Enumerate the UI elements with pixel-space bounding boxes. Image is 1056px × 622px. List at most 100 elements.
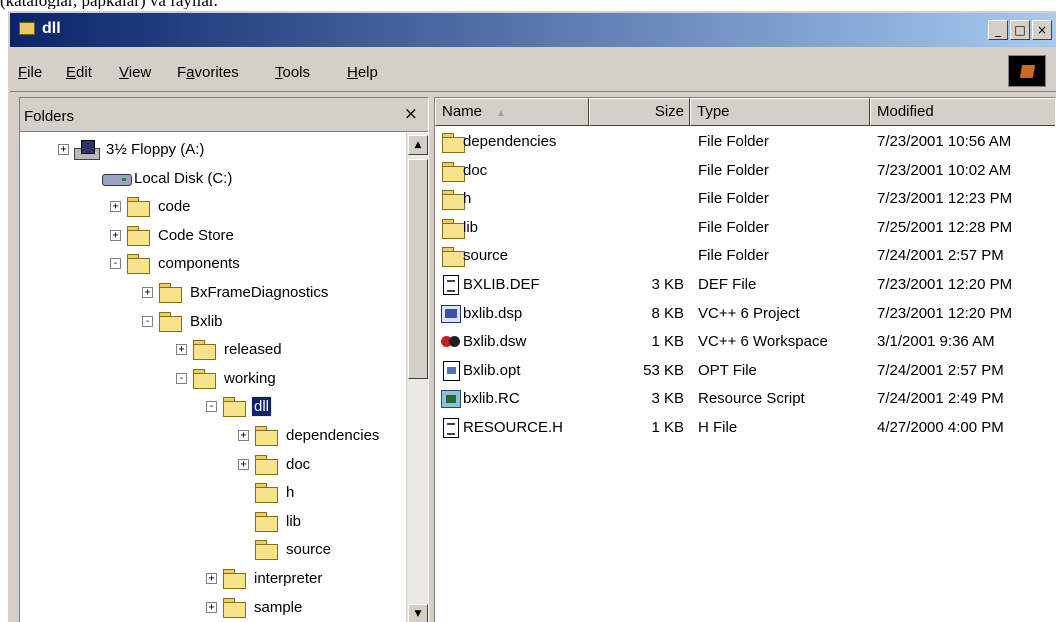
- column-header-type[interactable]: Type: [690, 98, 870, 126]
- file-row[interactable]: doc File Folder 7/23/2001 10:02 AM: [435, 158, 1055, 186]
- file-size: 53 KB: [643, 361, 684, 379]
- menu-view[interactable]: View: [119, 64, 151, 81]
- file-name: RESOURCE.H: [463, 419, 564, 436]
- folder-icon: [441, 161, 465, 182]
- column-header-modified[interactable]: Modified: [870, 98, 1055, 126]
- file-row[interactable]: source File Folder 7/24/2001 2:57 PM: [435, 243, 1055, 271]
- file-modified: 7/23/2001 10:02 AM: [877, 161, 1012, 179]
- menu-bar: File Edit View Favorites Tools Help: [10, 52, 1056, 92]
- file-name: dependencies: [463, 133, 557, 150]
- collapse-icon[interactable]: -: [142, 315, 153, 327]
- expand-icon[interactable]: +: [58, 144, 69, 155]
- floppy-icon: [74, 139, 100, 160]
- collapse-icon[interactable]: -: [176, 372, 187, 384]
- folders-close-button[interactable]: ×: [404, 104, 418, 124]
- vc-project-icon: [441, 304, 463, 324]
- file-size: 3 KB: [651, 276, 684, 293]
- folders-pane: Folders × +3½ Floppy (A:) Local Disk (C:)…: [19, 97, 429, 622]
- scroll-down-button[interactable]: ▼: [408, 604, 428, 622]
- file-type: VC++ 6 Project: [698, 304, 800, 322]
- file-row[interactable]: Bxlib.opt 53 KB OPT File 7/24/2001 2:57 PM: [435, 358, 1055, 386]
- scroll-up-button[interactable]: ▲: [408, 135, 428, 155]
- file-row[interactable]: RESOURCE.H 1 KB H File 4/27/2000 4:00 PM: [435, 415, 1055, 443]
- tree-item-label: sample: [254, 598, 303, 616]
- collapse-icon[interactable]: -: [110, 258, 121, 270]
- file-modified: 7/24/2001 2:57 PM: [877, 247, 1004, 265]
- close-button[interactable]: ×: [1032, 20, 1052, 40]
- file-type: File Folder: [698, 133, 769, 150]
- tree-item-label: lib: [286, 512, 302, 530]
- file-modified: 3/1/2001 9:36 AM: [877, 333, 995, 351]
- tree-scrollbar[interactable]: ▲ ▼: [406, 133, 428, 622]
- menu-file[interactable]: File: [18, 64, 42, 81]
- folder-icon: [192, 339, 216, 361]
- tree-item-label: Local Disk (C:): [134, 169, 233, 187]
- column-header-name[interactable]: Name ▲: [435, 98, 589, 126]
- file-type: OPT File: [698, 361, 757, 379]
- vc-workspace-icon: [441, 332, 463, 352]
- expand-icon[interactable]: +: [176, 344, 187, 356]
- resource-script-icon: [441, 389, 463, 409]
- folder-icon: [222, 568, 246, 589]
- file-name: h: [463, 190, 472, 208]
- file-name: bxlib.RC: [463, 390, 520, 408]
- file-size: 8 KB: [651, 304, 684, 322]
- file-modified: 7/24/2001 2:49 PM: [877, 390, 1004, 408]
- expand-icon[interactable]: +: [142, 287, 153, 298]
- expand-icon[interactable]: +: [206, 573, 217, 584]
- folder-icon: [158, 311, 182, 332]
- maximize-button[interactable]: □: [1010, 20, 1030, 40]
- collapse-icon[interactable]: -: [206, 401, 217, 413]
- file-modified: 7/23/2001 12:20 PM: [877, 276, 1013, 293]
- file-size: 1 KB: [651, 333, 684, 351]
- column-header-size[interactable]: Size: [589, 98, 690, 126]
- folder-icon: [126, 253, 150, 275]
- expand-icon[interactable]: +: [238, 458, 249, 470]
- menu-edit[interactable]: Edit: [66, 64, 92, 81]
- folder-icon: [254, 539, 278, 561]
- folder-icon: [254, 482, 278, 504]
- tree-item-label: Code Store: [158, 226, 234, 244]
- expand-icon[interactable]: +: [110, 201, 121, 213]
- menu-tools[interactable]: Tools: [275, 64, 310, 81]
- tree-item-label: dependencies: [286, 427, 380, 444]
- explorer-window: dll _ □ × File Edit View Favorites Tools…: [6, 9, 1056, 622]
- folder-icon: [126, 225, 150, 246]
- expand-icon[interactable]: +: [206, 601, 217, 613]
- folder-icon: [19, 22, 35, 35]
- file-type: H File: [698, 419, 738, 436]
- tree-item-label: working: [224, 369, 276, 387]
- expand-icon[interactable]: +: [110, 229, 121, 241]
- file-modified: 4/27/2000 4:00 PM: [877, 419, 1004, 436]
- scroll-thumb[interactable]: [408, 159, 428, 379]
- open-folder-icon: [222, 396, 246, 418]
- file-row[interactable]: bxlib.RC 3 KB Resource Script 7/24/2001 2:4…: [435, 386, 1055, 414]
- file-modified: 7/23/2001 12:23 PM: [877, 190, 1013, 208]
- menu-favorites[interactable]: Favorites: [177, 64, 239, 81]
- hard-disk-icon: [102, 168, 132, 188]
- file-name: Bxlib.opt: [463, 361, 521, 379]
- tree-item-label: 3½ Floppy (A:): [106, 141, 205, 158]
- file-type: File Folder: [698, 218, 769, 236]
- file-modified: 7/23/2001 12:20 PM: [877, 304, 1013, 322]
- tree-item-label: interpreter: [254, 570, 323, 587]
- tree-item-label: source: [286, 541, 332, 559]
- sort-ascending-icon: ▲: [496, 108, 506, 119]
- tree-item-label: code: [158, 198, 191, 216]
- file-row[interactable]: dependencies File Folder 7/23/2001 10:56 A…: [435, 129, 1055, 157]
- folders-header: Folders ×: [20, 98, 428, 132]
- folder-icon: [441, 246, 465, 268]
- text-file-icon: [441, 275, 463, 295]
- tree-item-label: h: [286, 484, 295, 502]
- expand-icon[interactable]: +: [238, 430, 249, 441]
- file-row[interactable]: BXLIB.DEF 3 KB DEF File 7/23/2001 12:20 PM: [435, 272, 1055, 300]
- title-bar[interactable]: dll _ □ ×: [10, 13, 1056, 47]
- file-row[interactable]: bxlib.dsp 8 KB VC++ 6 Project 7/23/2001 12:…: [435, 301, 1055, 329]
- menu-help[interactable]: Help: [347, 64, 378, 81]
- file-row[interactable]: Bxlib.dsw 1 KB VC++ 6 Workspace 3/1/2001 9:…: [435, 329, 1055, 357]
- file-row[interactable]: lib File Folder 7/25/2001 12:28 PM: [435, 215, 1055, 243]
- file-size: 3 KB: [651, 390, 684, 408]
- file-row[interactable]: h File Folder 7/23/2001 12:23 PM: [435, 186, 1055, 214]
- minimize-button[interactable]: _: [988, 20, 1008, 40]
- file-type: File Folder: [698, 161, 769, 179]
